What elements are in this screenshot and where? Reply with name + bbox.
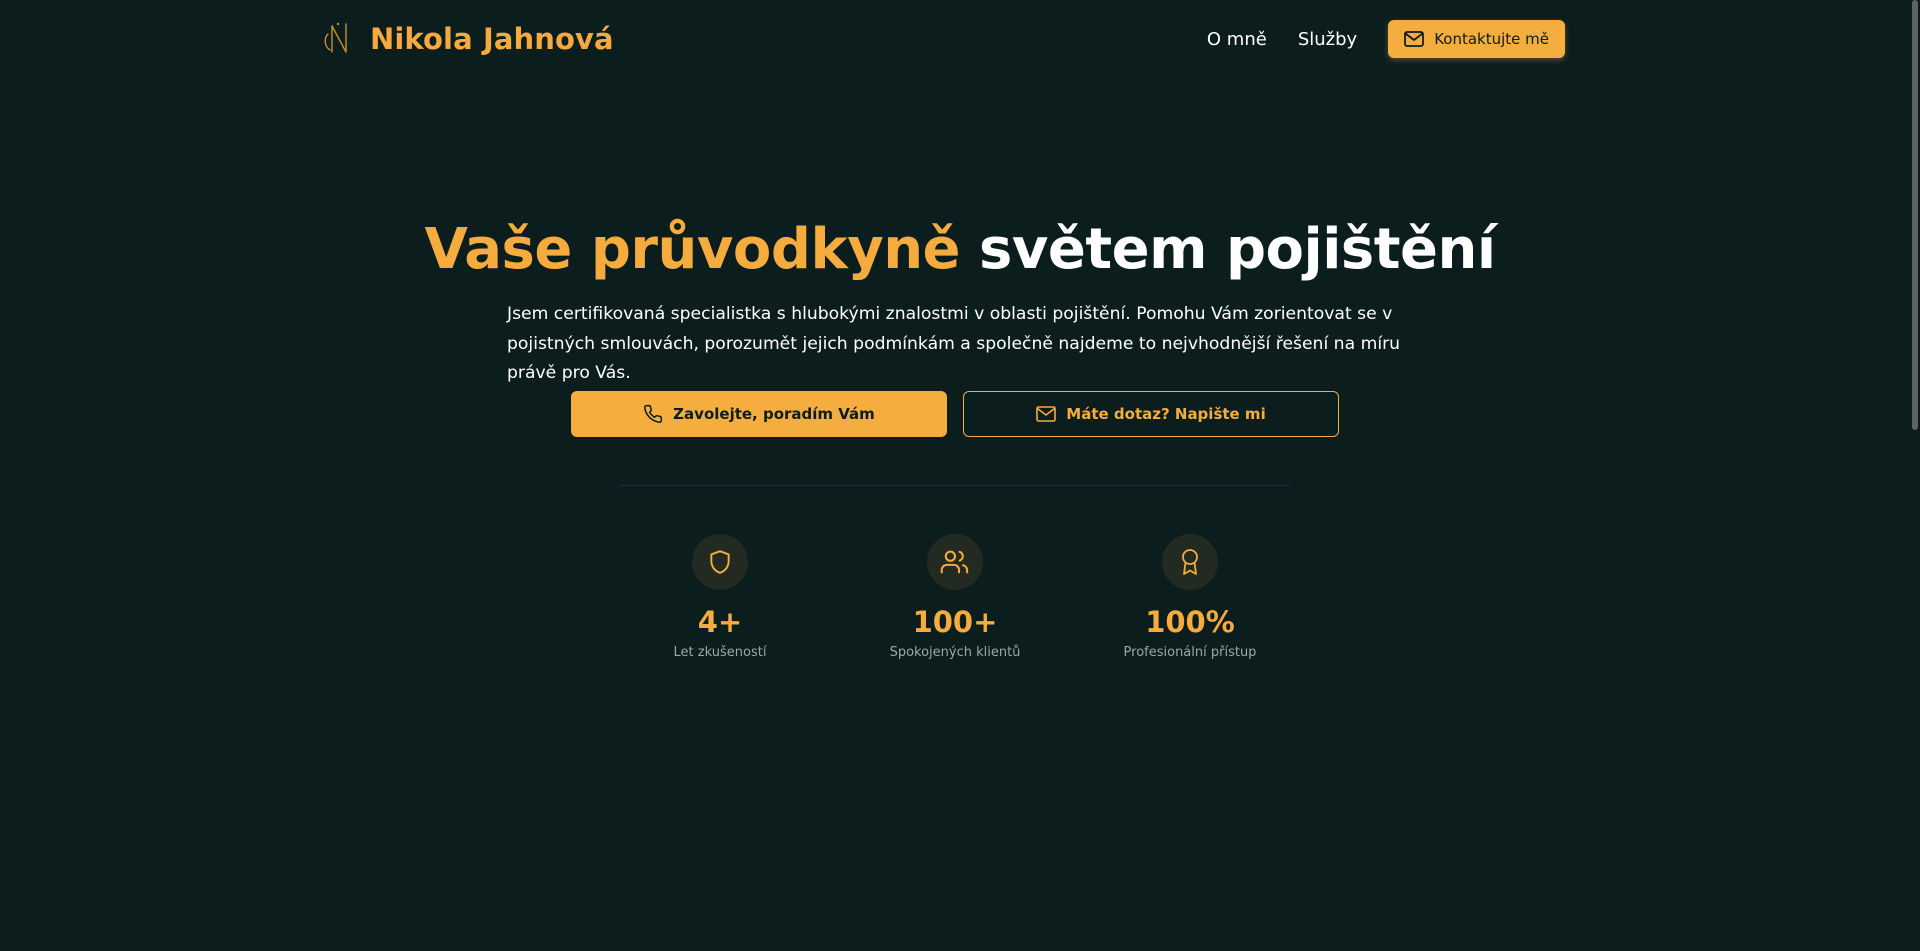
cta-row: Zavolejte, poradím Vám Máte dotaz? Napiš… [571,391,1339,437]
contact-button-label: Kontaktujte mě [1434,30,1549,48]
stat-value: 100% [1145,605,1235,639]
award-icon [1182,549,1198,575]
stat-label: Let zkušeností [673,645,767,660]
call-button-label: Zavolejte, poradím Vám [673,405,875,423]
hero-title-rest: světem pojištění [979,217,1496,282]
hero-title: Vaše průvodkyně světem pojištění [0,212,1920,288]
contact-button[interactable]: Kontaktujte mě [1388,20,1565,58]
hero-description: Jsem certifikovaná specialistka s hlubok… [507,304,1401,383]
scrollbar[interactable] [1912,0,1918,430]
call-button[interactable]: Zavolejte, poradím Vám [571,391,947,437]
stat-value: 4+ [697,605,743,639]
stat-clients: 100+ Spokojených klientů [865,534,1045,662]
mail-icon [1036,406,1057,422]
monogram-logo-icon [324,22,347,53]
page: Nikola Jahnová O mně Služby Kontaktujte … [0,0,1920,951]
stat-label: Profesionální přístup [1123,645,1257,660]
stat-professional: 100% Profesionální přístup [1100,534,1280,662]
users-icon [940,550,969,574]
site-header: Nikola Jahnová O mně Služby Kontaktujte … [0,0,1920,80]
brand-name: Nikola Jahnová [370,22,614,56]
stat-value: 100+ [912,605,998,639]
hero-title-accent: Vaše průvodkyně [424,217,961,282]
stat-icon-circle [1162,534,1218,590]
stat-experience: 4+ Let zkušeností [630,534,810,662]
stat-icon-circle [927,534,983,590]
brand[interactable]: Nikola Jahnová [322,19,614,59]
write-button[interactable]: Máte dotaz? Napište mi [963,391,1339,437]
main-nav: O mně Služby Kontaktujte mě [1207,20,1565,58]
write-button-label: Máte dotaz? Napište mi [1066,405,1266,423]
nav-link-about[interactable]: O mně [1207,29,1267,50]
section-divider [620,485,1290,486]
shield-icon [710,550,730,574]
nav-link-services[interactable]: Služby [1298,29,1357,50]
stat-icon-circle [692,534,748,590]
mail-icon [1404,31,1425,47]
phone-icon [644,404,663,423]
stat-label: Spokojených klientů [889,645,1021,660]
